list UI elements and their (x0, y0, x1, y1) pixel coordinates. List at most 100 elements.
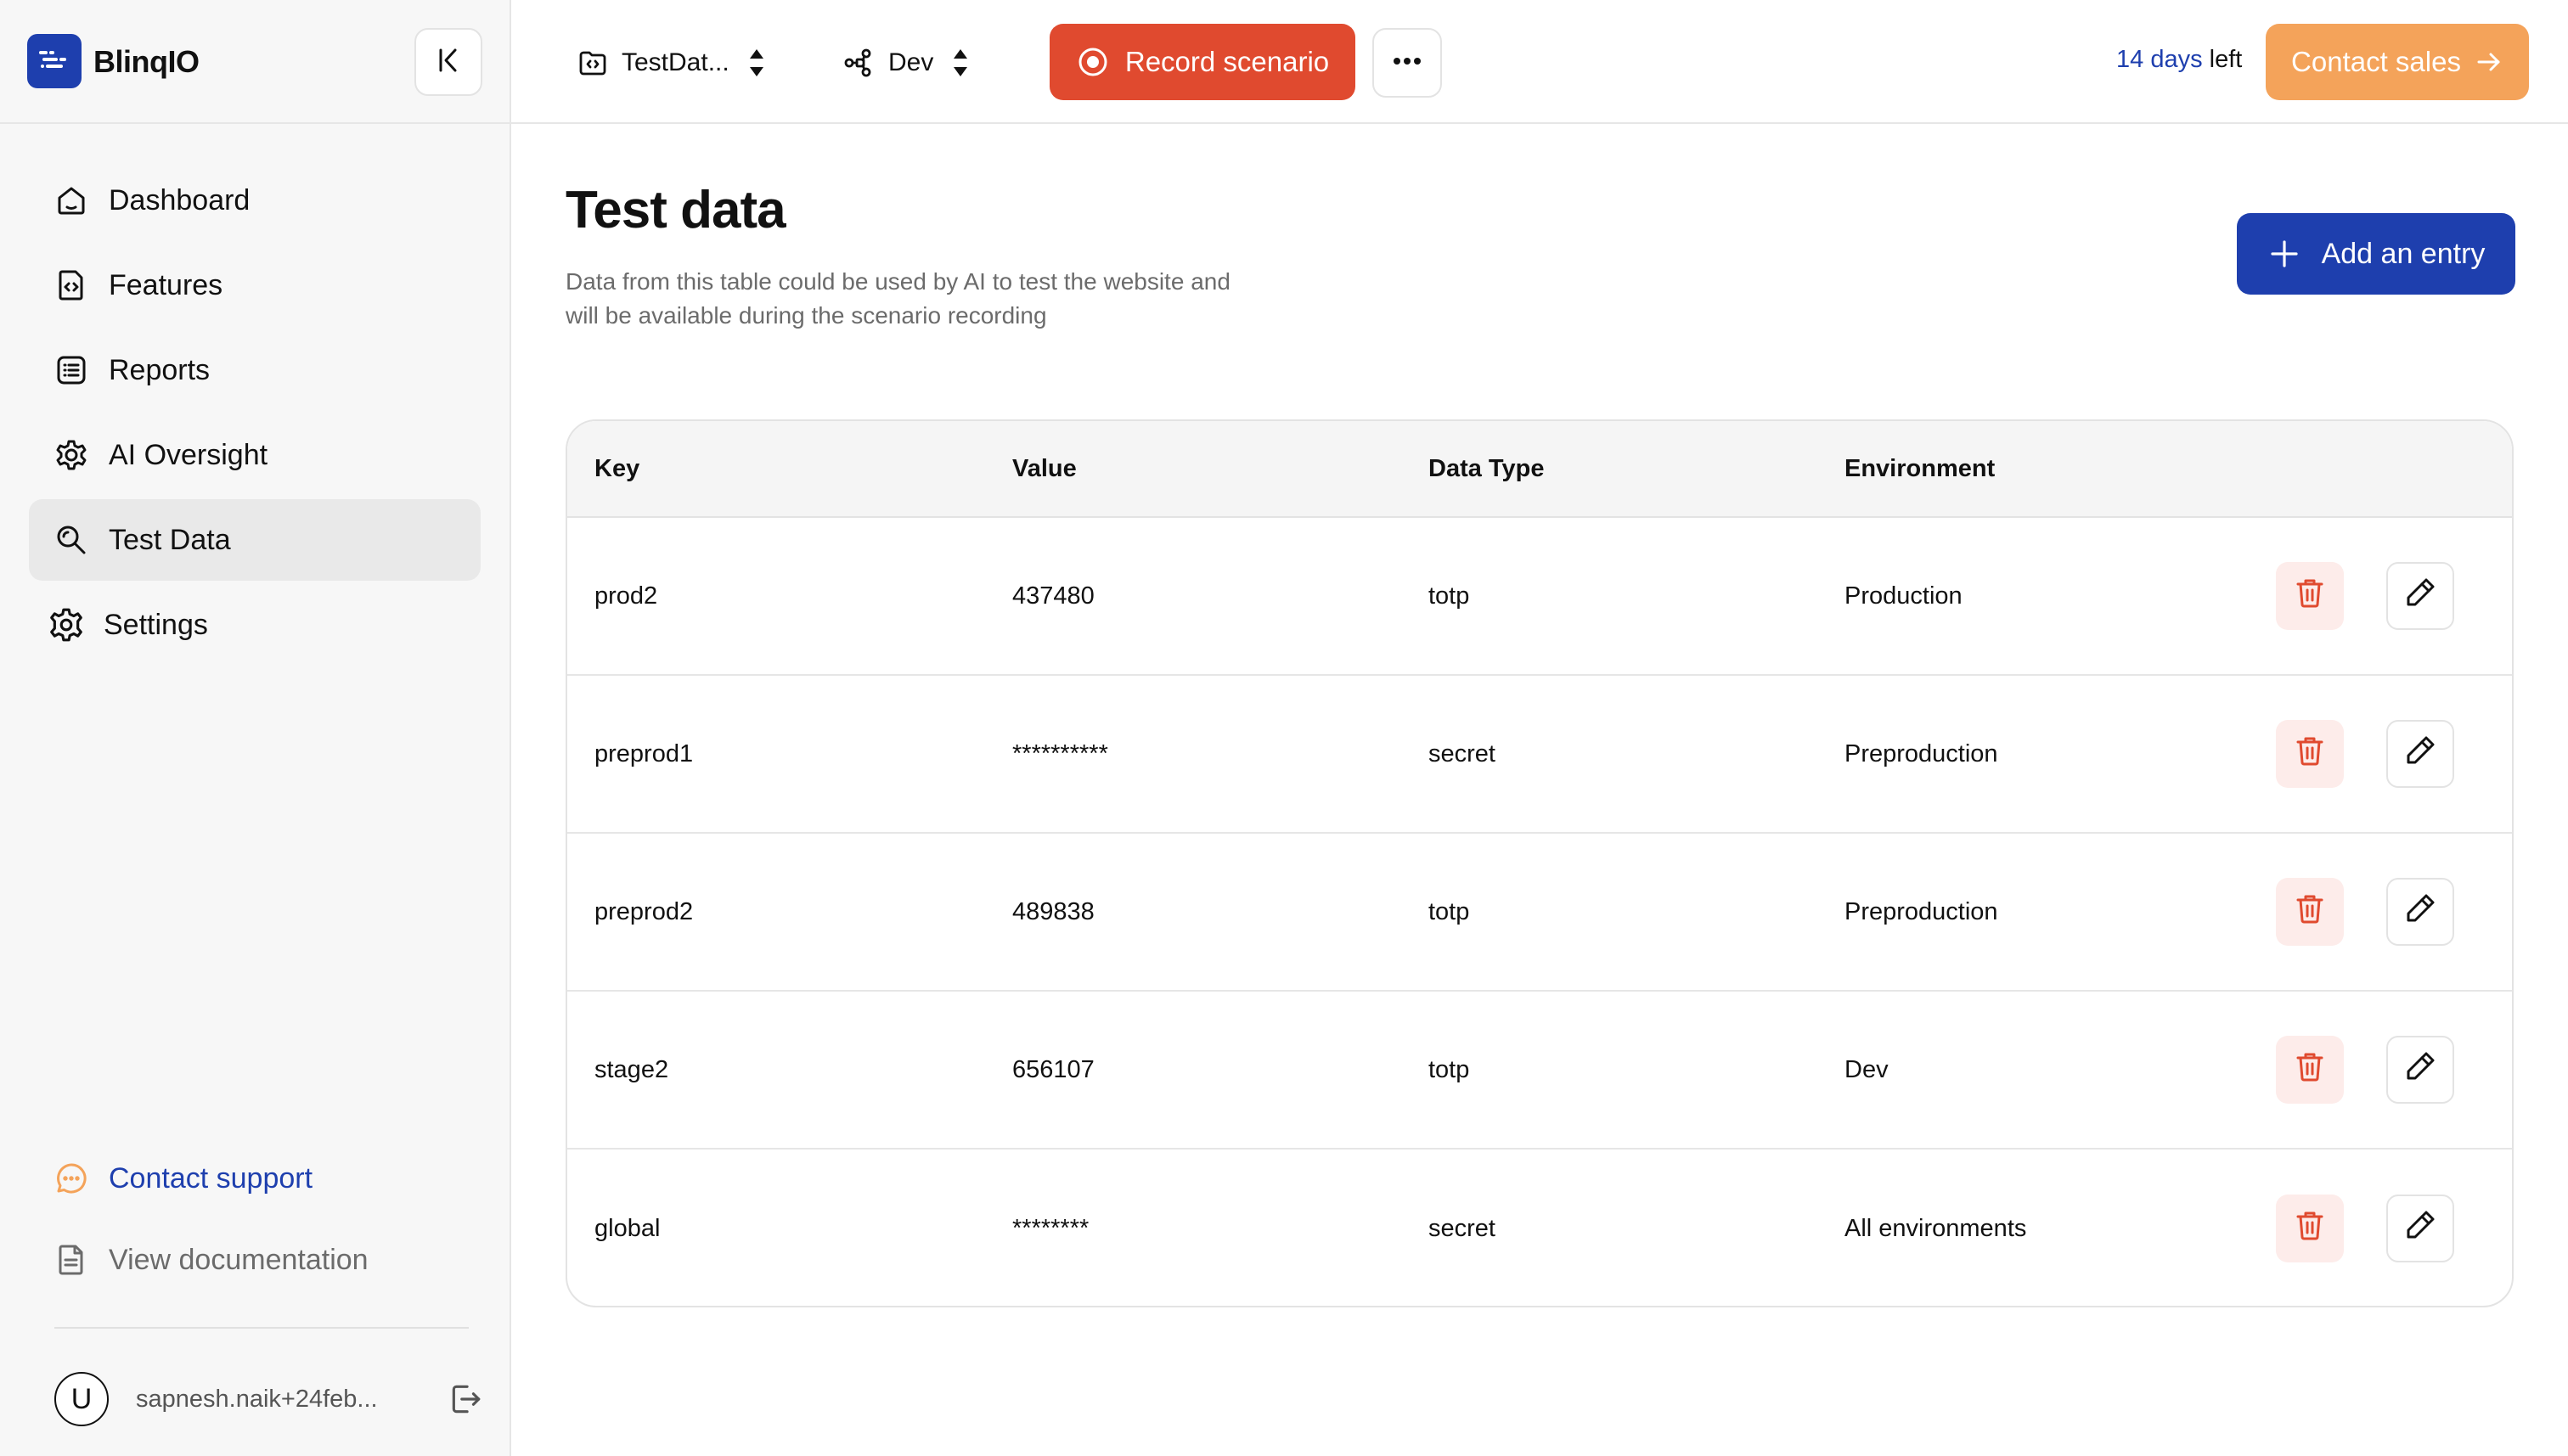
pencil-icon (2403, 734, 2437, 774)
add-entry-button[interactable]: Add an entry (2237, 213, 2515, 295)
sidebar-item-reports[interactable]: Reports (29, 329, 481, 411)
brand-row: BlinqIO (0, 0, 510, 124)
cell-value: ******** (1012, 1214, 1090, 1242)
user-profile-row: U sapnesh.naik+24feb... (54, 1370, 489, 1428)
more-options-button[interactable] (1372, 28, 1442, 98)
cell-data-type: secret (1428, 1214, 1495, 1242)
cell-value: 489838 (1012, 897, 1095, 925)
cell-environment: Preproduction (1844, 739, 1998, 767)
sidebar-item-label: AI Oversight (109, 438, 268, 471)
test-data-table: Key Value Data Type Environment prod2 43… (566, 419, 2514, 1307)
sidebar-item-features[interactable]: Features (29, 245, 481, 326)
view-documentation-link[interactable]: View documentation (29, 1219, 481, 1301)
view-documentation-label: View documentation (109, 1243, 369, 1276)
blinqio-logo-icon (27, 34, 82, 88)
table-header: Key Value Data Type Environment (567, 421, 2512, 518)
feature-file-icon (53, 267, 90, 304)
contact-sales-label: Contact sales (2291, 46, 2461, 77)
table-row: global ******** secret All environments (567, 1150, 2512, 1306)
sidebar-divider (54, 1327, 469, 1329)
avatar[interactable]: U (54, 1372, 109, 1426)
edit-entry-button[interactable] (2386, 878, 2454, 946)
delete-entry-button[interactable] (2276, 878, 2344, 946)
edit-entry-button[interactable] (2386, 1036, 2454, 1104)
chevron-up-down-icon (949, 46, 972, 80)
collapse-left-icon (433, 45, 464, 80)
sidebar-item-dashboard[interactable]: Dashboard (29, 160, 481, 241)
edit-entry-button[interactable] (2386, 562, 2454, 630)
environment-nodes-icon (842, 46, 876, 80)
environment-selector-value: Dev (888, 48, 934, 76)
cell-environment: All environments (1844, 1214, 2027, 1242)
settings-icon (48, 606, 85, 644)
arrow-right-icon (2475, 48, 2503, 76)
edit-entry-button[interactable] (2386, 720, 2454, 788)
sidebar-item-label: Test Data (109, 523, 231, 556)
environment-selector[interactable]: Dev (842, 39, 972, 87)
home-icon (53, 182, 90, 219)
column-header-data-type[interactable]: Data Type (1428, 455, 1544, 483)
project-selector[interactable]: TestDat... (576, 39, 769, 87)
page-title: Test data (566, 181, 786, 239)
pencil-icon (2403, 576, 2437, 616)
table-row: preprod1 ********** secret Preproduction (567, 676, 2512, 834)
chat-bubble-icon (53, 1160, 90, 1197)
sidebar-item-ai-oversight[interactable]: AI Oversight (29, 414, 481, 496)
pencil-icon (2403, 1049, 2437, 1090)
page-subtitle: Data from this table could be used by AI… (566, 268, 1230, 329)
delete-entry-button[interactable] (2276, 562, 2344, 630)
cell-key: stage2 (594, 1055, 669, 1083)
add-entry-label: Add an entry (2321, 237, 2486, 270)
column-header-value[interactable]: Value (1012, 455, 1077, 483)
sidebar-item-test-data[interactable]: Test Data (29, 499, 481, 581)
cell-environment: Dev (1844, 1055, 1889, 1083)
trash-icon (2293, 1208, 2327, 1249)
cell-environment: Production (1844, 582, 1963, 610)
trash-icon (2293, 576, 2327, 616)
cell-key: global (594, 1214, 661, 1242)
table-row: prod2 437480 totp Production (567, 518, 2512, 676)
contact-support-link[interactable]: Contact support (29, 1138, 481, 1219)
pencil-icon (2403, 891, 2437, 932)
trash-icon (2293, 891, 2327, 932)
record-scenario-label: Record scenario (1124, 46, 1330, 77)
trial-days-left: 14 days left (2116, 46, 2242, 74)
collapse-sidebar-button[interactable] (414, 28, 482, 96)
project-selector-value: TestDat... (622, 48, 729, 76)
ai-gear-icon (53, 436, 90, 474)
data-search-icon (53, 521, 90, 559)
document-icon (53, 1241, 90, 1279)
contact-sales-button[interactable]: Contact sales (2266, 24, 2529, 100)
trial-days-count: 14 days (2116, 46, 2203, 73)
sidebar: BlinqIO Dashboard Features Reports AI Ov… (0, 0, 511, 1456)
report-list-icon (53, 351, 90, 389)
sidebar-item-settings[interactable]: Settings (29, 584, 481, 666)
cell-value: 656107 (1012, 1055, 1095, 1083)
cell-environment: Preproduction (1844, 897, 1998, 925)
column-header-environment[interactable]: Environment (1844, 455, 1995, 483)
contact-support-label: Contact support (109, 1161, 313, 1195)
cell-data-type: totp (1428, 897, 1470, 925)
sidebar-nav: Dashboard Features Reports AI Oversight … (29, 160, 481, 669)
trial-days-suffix: left (2202, 46, 2243, 73)
delete-entry-button[interactable] (2276, 1195, 2344, 1262)
cell-key: preprod1 (594, 739, 694, 767)
cell-data-type: totp (1428, 1055, 1470, 1083)
table-row: preprod2 489838 totp Preproduction (567, 834, 2512, 992)
delete-entry-button[interactable] (2276, 1036, 2344, 1104)
top-bar: TestDat... Dev Record scenario 14 days l… (511, 0, 2568, 124)
record-scenario-button[interactable]: Record scenario (1050, 24, 1355, 100)
trash-icon (2293, 1049, 2327, 1090)
logout-icon[interactable] (445, 1379, 486, 1419)
cell-data-type: secret (1428, 739, 1495, 767)
chevron-up-down-icon (745, 46, 769, 80)
project-folder-icon (576, 46, 610, 80)
cell-value: 437480 (1012, 582, 1095, 610)
cell-value: ********** (1012, 739, 1108, 767)
more-horizontal-icon (1390, 55, 1424, 70)
delete-entry-button[interactable] (2276, 720, 2344, 788)
column-header-key[interactable]: Key (594, 455, 639, 483)
trash-icon (2293, 734, 2327, 774)
pencil-icon (2403, 1208, 2437, 1249)
edit-entry-button[interactable] (2386, 1195, 2454, 1262)
